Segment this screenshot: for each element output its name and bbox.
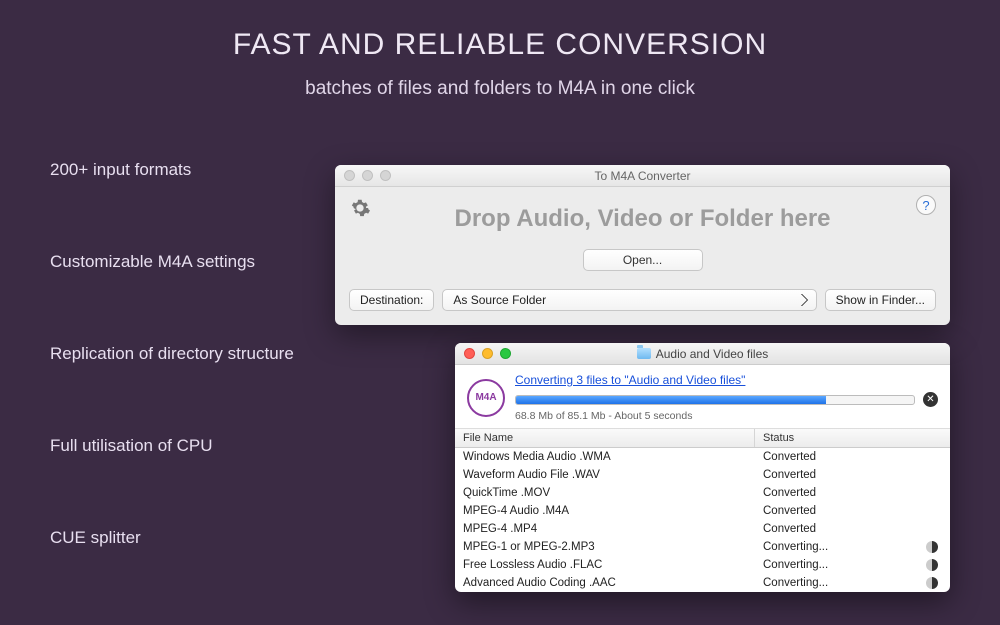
- show-in-finder-button[interactable]: Show in Finder...: [825, 289, 936, 311]
- status-text: Converting...: [763, 577, 828, 589]
- destination-button[interactable]: Destination:: [349, 289, 434, 311]
- table-row[interactable]: MPEG-1 or MPEG-2.MP3 Converting...: [455, 538, 950, 556]
- window-titlebar[interactable]: Audio and Video files: [455, 343, 950, 365]
- status-text: Converted: [763, 487, 816, 499]
- status-text: Converted: [763, 523, 816, 535]
- feature-item: Full utilisation of CPU: [50, 436, 294, 456]
- status-cell: Converting...: [755, 574, 950, 591]
- status-text: Converting...: [763, 541, 828, 553]
- table-row[interactable]: Waveform Audio File .WAV Converted: [455, 466, 950, 484]
- spinner-icon: [926, 541, 938, 553]
- file-name-cell: MPEG-4 Audio .M4A: [455, 502, 755, 519]
- feature-item: CUE splitter: [50, 528, 294, 548]
- window-title: To M4A Converter: [335, 169, 950, 183]
- table-row[interactable]: MPEG-4 .MP4 Converted: [455, 520, 950, 538]
- status-cell: Converted: [755, 520, 950, 537]
- converter-window: To M4A Converter ? Drop Audio, Video or …: [335, 165, 950, 325]
- status-cell: Converted: [755, 466, 950, 483]
- status-cell: Converted: [755, 502, 950, 519]
- feature-item: Replication of directory structure: [50, 344, 294, 364]
- file-name-cell: Waveform Audio File .WAV: [455, 466, 755, 483]
- spinner-icon: [926, 559, 938, 571]
- window-titlebar[interactable]: To M4A Converter: [335, 165, 950, 187]
- feature-item: 200+ input formats: [50, 160, 294, 180]
- progress-section: M4A Converting 3 files to "Audio and Vid…: [455, 365, 950, 429]
- format-badge: M4A: [467, 379, 505, 417]
- table-row[interactable]: MPEG-4 Audio .M4A Converted: [455, 502, 950, 520]
- file-name-cell: QuickTime .MOV: [455, 484, 755, 501]
- status-text: Converted: [763, 451, 816, 463]
- status-text: Converting...: [763, 559, 828, 571]
- page-title: FAST AND RELIABLE CONVERSION: [0, 28, 1000, 62]
- file-name-cell: Windows Media Audio .WMA: [455, 448, 755, 465]
- status-cell: Converted: [755, 448, 950, 465]
- hero-section: FAST AND RELIABLE CONVERSION batches of …: [0, 0, 1000, 100]
- progress-window: Audio and Video files M4A Converting 3 f…: [455, 343, 950, 592]
- progress-fill: [516, 396, 826, 404]
- table-row[interactable]: Windows Media Audio .WMA Converted: [455, 448, 950, 466]
- table-body: Windows Media Audio .WMAConvertedWavefor…: [455, 448, 950, 592]
- status-cell: Converting...: [755, 538, 950, 555]
- gear-icon[interactable]: [349, 197, 371, 219]
- progress-bar: [515, 395, 915, 405]
- status-text: Converted: [763, 505, 816, 517]
- table-row[interactable]: Free Lossless Audio .FLAC Converting...: [455, 556, 950, 574]
- progress-info: 68.8 Mb of 85.1 Mb - About 5 seconds: [515, 410, 938, 422]
- table-row[interactable]: QuickTime .MOV Converted: [455, 484, 950, 502]
- close-icon: ✕: [926, 395, 934, 405]
- status-cell: Converted: [755, 484, 950, 501]
- help-icon: ?: [922, 198, 929, 213]
- spinner-icon: [926, 577, 938, 589]
- file-name-cell: Advanced Audio Coding .AAC: [455, 574, 755, 591]
- file-name-cell: MPEG-4 .MP4: [455, 520, 755, 537]
- status-cell: Converting...: [755, 556, 950, 573]
- help-button[interactable]: ?: [916, 195, 936, 215]
- feature-item: Customizable M4A settings: [50, 252, 294, 272]
- table-row[interactable]: Advanced Audio Coding .AAC Converting...: [455, 574, 950, 592]
- page-subtitle: batches of files and folders to M4A in o…: [0, 78, 1000, 100]
- file-name-cell: Free Lossless Audio .FLAC: [455, 556, 755, 573]
- column-name[interactable]: File Name: [455, 429, 755, 447]
- cancel-button[interactable]: ✕: [923, 392, 938, 407]
- folder-icon: [637, 348, 651, 359]
- status-text: Converted: [763, 469, 816, 481]
- column-status[interactable]: Status: [755, 429, 950, 447]
- feature-list: 200+ input formats Customizable M4A sett…: [50, 160, 294, 548]
- table-header: File Name Status: [455, 429, 950, 448]
- open-button[interactable]: Open...: [583, 249, 703, 271]
- conversion-link[interactable]: Converting 3 files to "Audio and Video f…: [515, 373, 745, 387]
- drop-zone-text[interactable]: Drop Audio, Video or Folder here: [349, 205, 936, 233]
- window-title: Audio and Video files: [455, 347, 950, 361]
- window-title-text: Audio and Video files: [656, 347, 769, 361]
- destination-select[interactable]: As Source Folder: [442, 289, 816, 311]
- file-name-cell: MPEG-1 or MPEG-2.MP3: [455, 538, 755, 555]
